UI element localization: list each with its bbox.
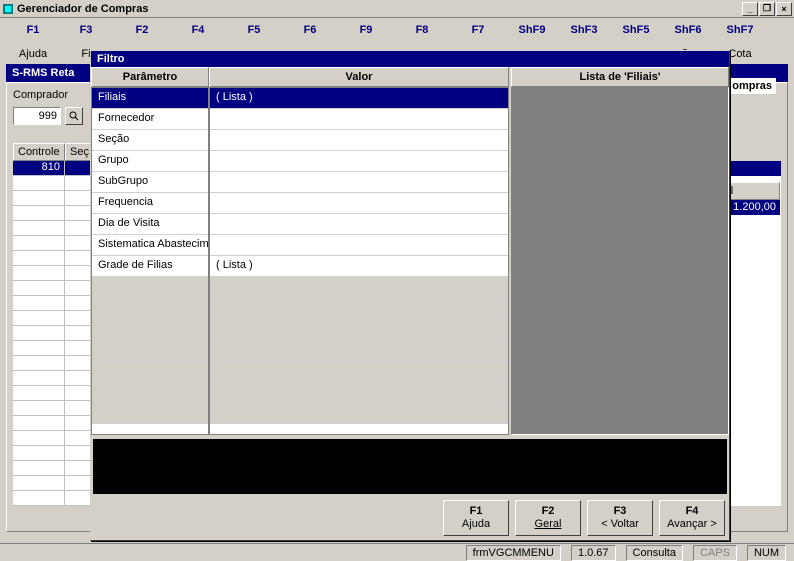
valor-row[interactable] <box>210 298 508 319</box>
status-num: NUM <box>747 545 786 561</box>
menu-f5[interactable]: F5 <box>226 20 282 48</box>
valor-row[interactable] <box>210 382 508 403</box>
menu-f3[interactable]: F3 <box>58 20 114 48</box>
param-row[interactable]: Seção <box>92 130 208 151</box>
column-valor: Valor ( Lista ) ( Lista ) <box>209 67 509 437</box>
parametro-header: Parâmetro <box>91 67 209 87</box>
close-button[interactable]: × <box>776 2 792 16</box>
menu-f7[interactable]: F7 <box>450 20 506 48</box>
param-row[interactable]: Fornecedor <box>92 109 208 130</box>
valor-row[interactable] <box>210 151 508 172</box>
menu-shf5[interactable]: ShF5 <box>610 20 662 48</box>
param-row[interactable] <box>92 403 208 424</box>
menu-shf7[interactable]: ShF7 <box>714 20 766 48</box>
parametro-list[interactable]: FiliaisFornecedorSeçãoGrupoSubGrupoFrequ… <box>91 87 209 435</box>
cell-controle: 810 <box>13 161 65 176</box>
column-parametro: Parâmetro FiliaisFornecedorSeçãoGrupoSub… <box>91 67 209 437</box>
header-fragment: ompras <box>728 78 776 94</box>
valor-row[interactable] <box>210 340 508 361</box>
restore-button[interactable]: ❐ <box>759 2 775 16</box>
grid-header-controle[interactable]: Controle <box>13 143 65 161</box>
valor-list[interactable]: ( Lista ) ( Lista ) <box>209 87 509 435</box>
dialog-title: Filtro <box>91 51 729 67</box>
menu-f4[interactable]: F4 <box>170 20 226 48</box>
comprador-label: Comprador <box>13 89 68 101</box>
dialog-button-row: F1 Ajuda F2 Geral F3 < Voltar F4 Avançar… <box>91 496 729 540</box>
valor-row[interactable] <box>210 193 508 214</box>
param-row[interactable]: Dia de Visita <box>92 214 208 235</box>
filtro-dialog: Filtro Parâmetro FiliaisFornecedorSeçãoG… <box>90 50 730 541</box>
geral-button[interactable]: F2 Geral <box>515 500 581 536</box>
avancar-button[interactable]: F4 Avançar > <box>659 500 725 536</box>
window-title: Gerenciador de Compras <box>17 3 742 15</box>
menu-f9[interactable]: F9 <box>338 20 394 48</box>
param-row[interactable] <box>92 340 208 361</box>
menu-shf3[interactable]: ShF3 <box>558 20 610 48</box>
valor-row[interactable]: ( Lista ) <box>210 256 508 277</box>
ajuda-button[interactable]: F1 Ajuda <box>443 500 509 536</box>
valor-row[interactable] <box>210 403 508 424</box>
menu-f6[interactable]: F6 <box>282 20 338 48</box>
param-row[interactable]: SubGrupo <box>92 172 208 193</box>
preview-bar <box>93 439 727 494</box>
param-row[interactable] <box>92 277 208 298</box>
menu-shf6[interactable]: ShF6 <box>662 20 714 48</box>
valor-row[interactable] <box>210 361 508 382</box>
status-bar: frmVGCMMENU 1.0.67 Consulta CAPS NUM <box>0 543 794 561</box>
param-row[interactable] <box>92 382 208 403</box>
valor-row[interactable] <box>210 235 508 256</box>
valor-row[interactable] <box>210 109 508 130</box>
param-row[interactable]: Frequencia <box>92 193 208 214</box>
valor-row[interactable] <box>210 319 508 340</box>
param-row[interactable]: Sistematica Abastecim <box>92 235 208 256</box>
voltar-button[interactable]: F3 < Voltar <box>587 500 653 536</box>
valor-row[interactable] <box>210 277 508 298</box>
window-controls: _ ❐ × <box>742 2 792 16</box>
valor-row[interactable]: ( Lista ) <box>210 88 508 109</box>
valor-row[interactable] <box>210 172 508 193</box>
status-mode: Consulta <box>626 545 683 561</box>
comprador-lookup-icon[interactable] <box>65 107 83 125</box>
menu-sub-0: Ajuda <box>8 48 58 62</box>
param-row[interactable] <box>92 298 208 319</box>
app-icon <box>2 3 14 15</box>
lista-header: Lista de 'Filiais' <box>511 67 729 87</box>
param-row[interactable]: Grupo <box>92 151 208 172</box>
minimize-button[interactable]: _ <box>742 2 758 16</box>
comprador-input[interactable] <box>13 107 61 125</box>
param-row[interactable]: Filiais <box>92 88 208 109</box>
valor-row[interactable] <box>210 130 508 151</box>
param-row[interactable] <box>92 319 208 340</box>
valor-header: Valor <box>209 67 509 87</box>
status-version: 1.0.67 <box>571 545 616 561</box>
menu-f1[interactable]: F1 <box>8 20 58 48</box>
valor-row[interactable] <box>210 214 508 235</box>
function-key-bar: F1 F3 F2 F4 F5 F6 F9 F8 F7 ShF9 ShF3 ShF… <box>0 18 794 48</box>
status-form: frmVGCMMENU <box>466 545 561 561</box>
lista-panel <box>511 87 729 435</box>
menu-f8[interactable]: F8 <box>394 20 450 48</box>
window-titlebar: Gerenciador de Compras _ ❐ × <box>0 0 794 18</box>
param-row[interactable]: Grade de Filias <box>92 256 208 277</box>
column-lista: Lista de 'Filiais' <box>511 67 729 437</box>
menu-f2[interactable]: F2 <box>114 20 170 48</box>
status-caps: CAPS <box>693 545 737 561</box>
menu-shf9[interactable]: ShF9 <box>506 20 558 48</box>
param-row[interactable] <box>92 361 208 382</box>
